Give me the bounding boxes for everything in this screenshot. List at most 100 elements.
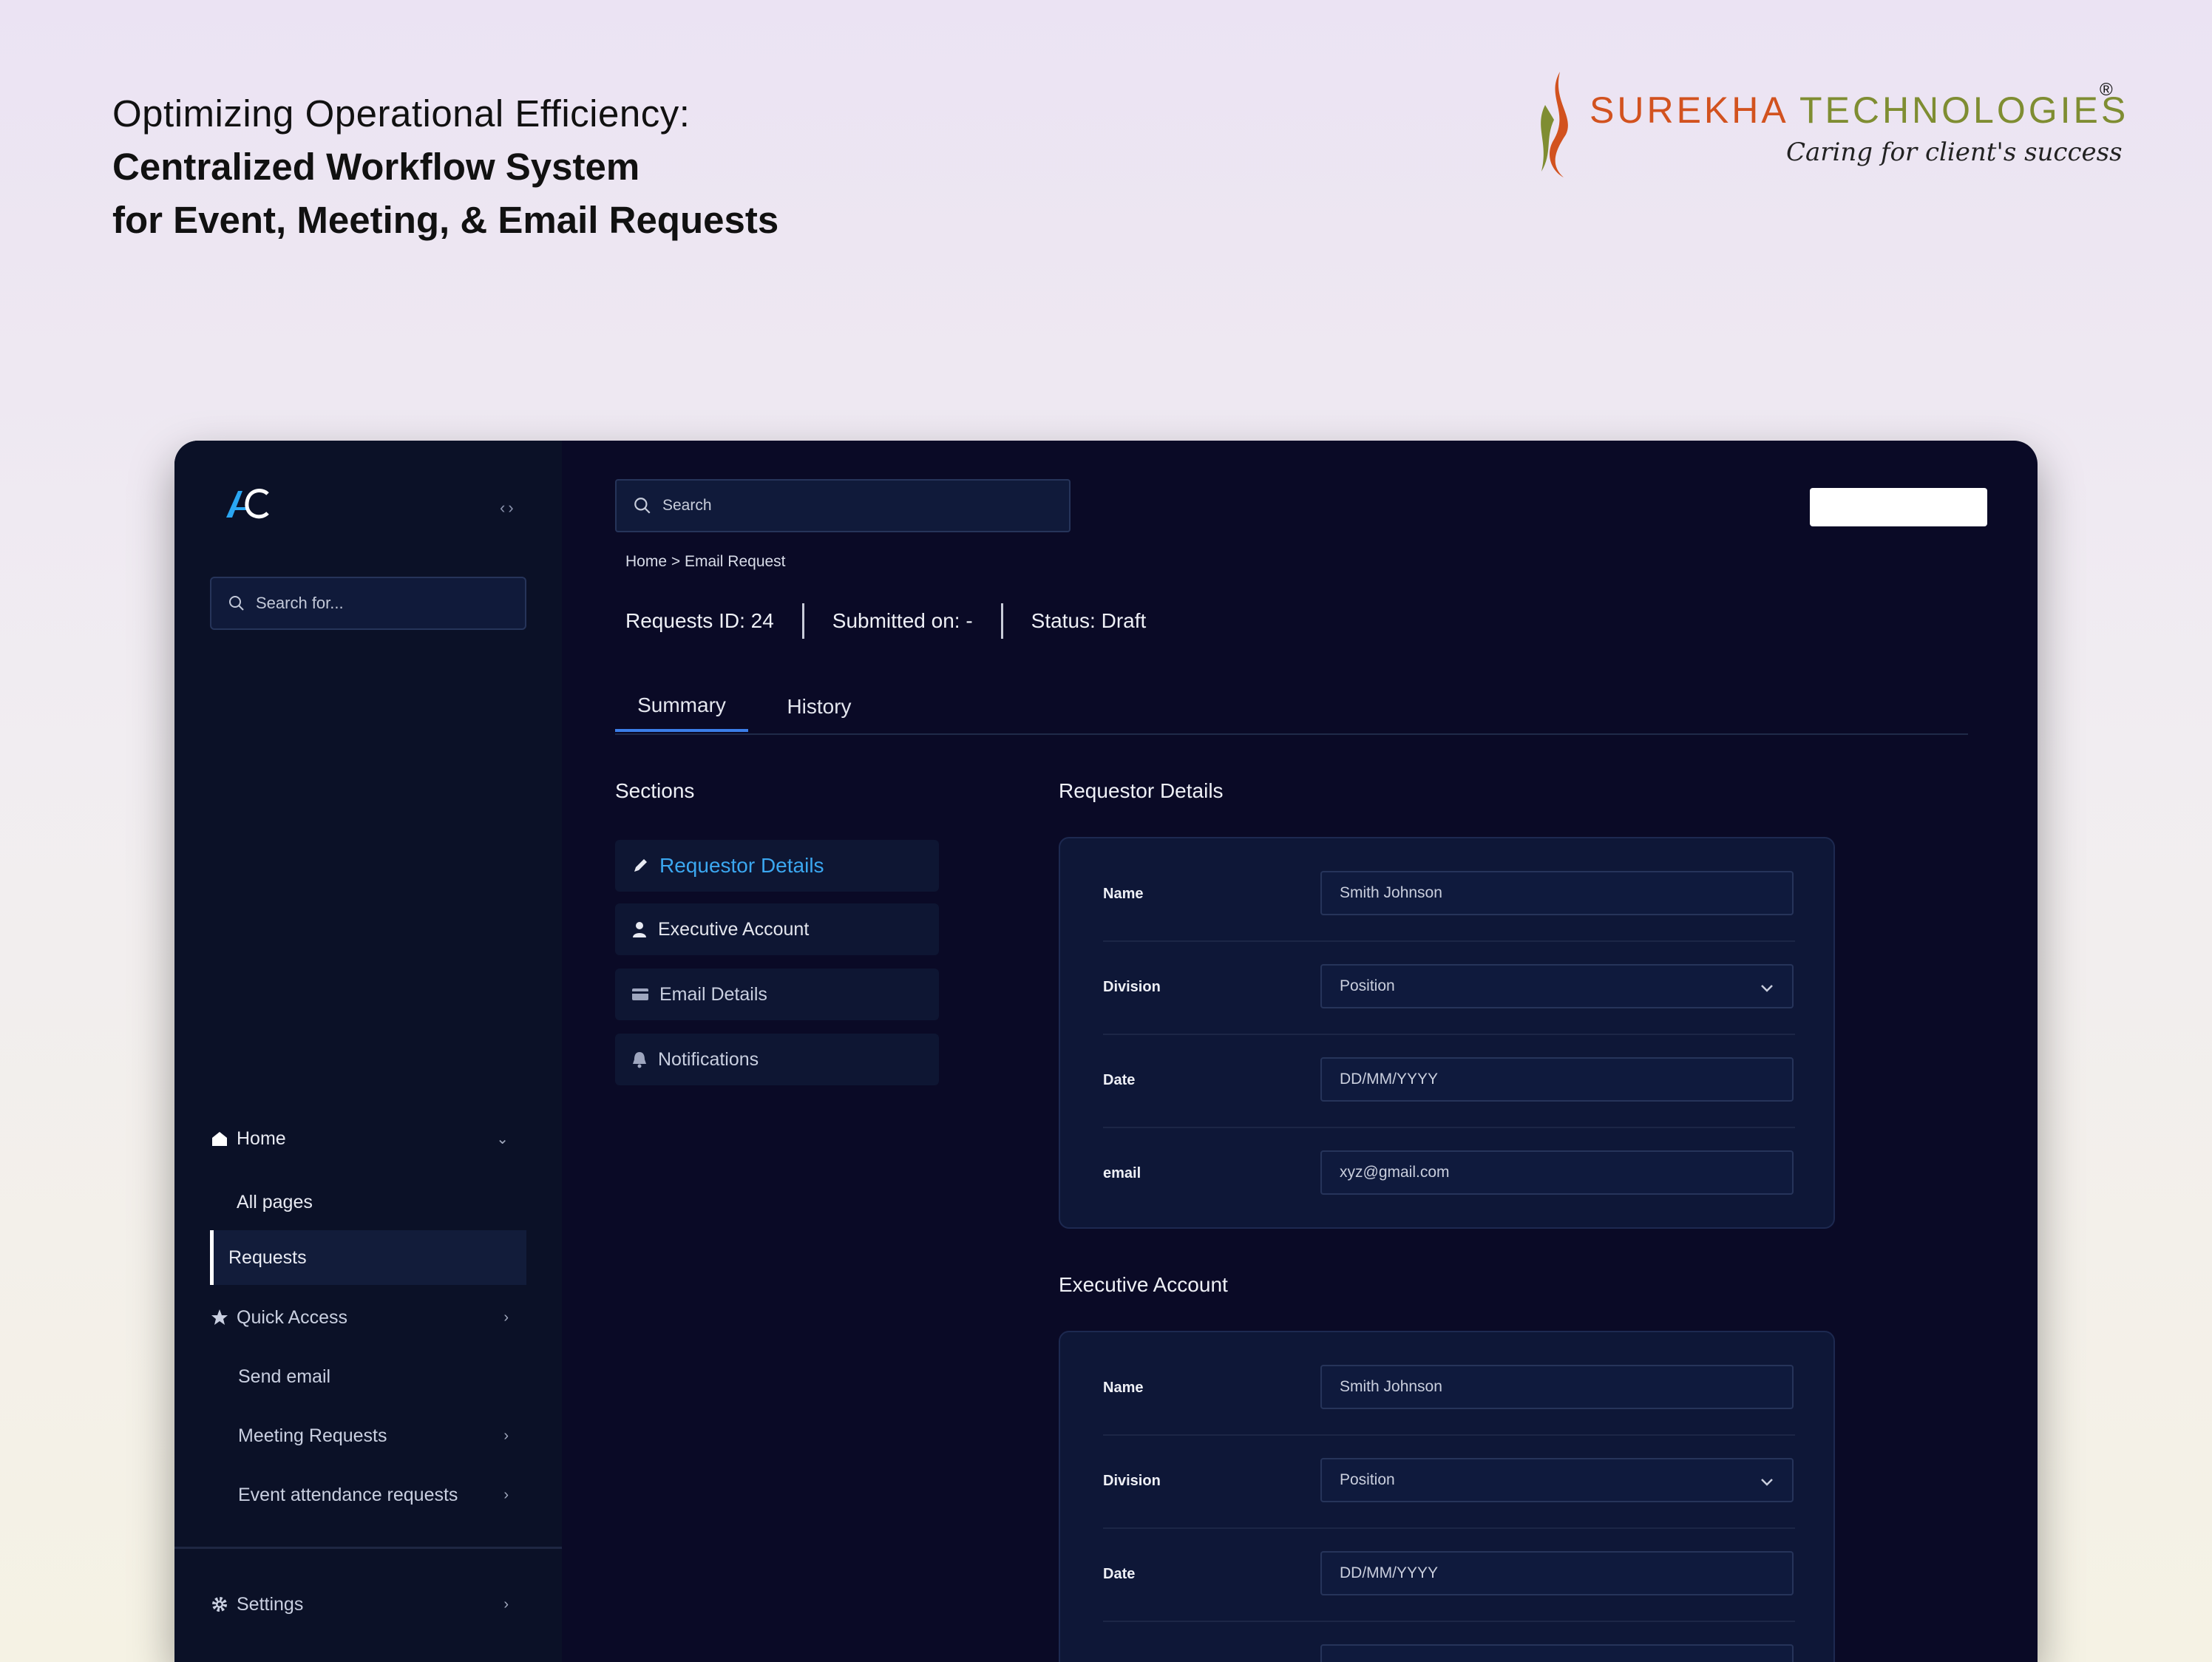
chevron-right-icon: › xyxy=(503,1427,509,1444)
brand-name-part2: TECHNOLOGIES xyxy=(1799,89,2129,131)
gear-icon xyxy=(210,1595,229,1614)
form-row-partial xyxy=(1103,1622,1795,1662)
surekha-logo: SUREKHA TECHNOLOGIES ® Caring for client… xyxy=(1530,68,2126,186)
form-row-division: Division Position xyxy=(1103,942,1795,1035)
sidebar-item-send-email[interactable]: Send email xyxy=(210,1354,526,1399)
tab-bar: Summary History xyxy=(615,682,1968,735)
user-icon xyxy=(633,922,646,937)
sidebar-divider xyxy=(174,1547,562,1549)
search-icon xyxy=(634,498,651,514)
sidebar-item-requests[interactable]: Requests xyxy=(210,1230,526,1285)
chevron-down-icon: ⌄ xyxy=(496,1130,509,1147)
section-label: Executive Account xyxy=(658,918,810,940)
search-input[interactable]: Search xyxy=(615,479,1071,532)
date-field[interactable]: DD/MM/YYYY xyxy=(1320,1551,1794,1595)
meta-divider xyxy=(1000,603,1003,639)
partial-field[interactable] xyxy=(1320,1644,1794,1662)
form-row-name: Name Smith Johnson xyxy=(1103,1343,1795,1436)
brand-name-part1: SUREKHA xyxy=(1590,89,1799,131)
brand-name: SUREKHA TECHNOLOGIES xyxy=(1590,89,2128,132)
sidebar-item-label: Quick Access xyxy=(237,1306,348,1328)
field-label: Name xyxy=(1103,886,1144,902)
sidebar-search-input[interactable]: Search for... xyxy=(210,577,526,630)
card-icon xyxy=(632,988,648,1000)
section-executive-account[interactable]: Executive Account xyxy=(615,903,939,955)
sidebar-item-label: Meeting Requests xyxy=(238,1425,387,1446)
form-row-date: Date DD/MM/YYYY xyxy=(1103,1035,1795,1128)
request-meta: Requests ID: 24 Submitted on: - Status: … xyxy=(625,603,1146,639)
form-row-division: Division Position xyxy=(1103,1436,1795,1529)
hero-line-3: for Event, Meeting, & Email Requests xyxy=(112,199,779,241)
sidebar-item-label: Settings xyxy=(237,1593,304,1615)
star-icon xyxy=(210,1308,229,1327)
email-field[interactable]: xyz@gmail.com xyxy=(1320,1150,1794,1195)
executive-account-title: Executive Account xyxy=(1059,1273,1228,1296)
search-placeholder: Search xyxy=(662,497,712,514)
sidebar-item-label: All pages xyxy=(237,1191,313,1212)
chevron-right-icon: › xyxy=(503,1595,509,1612)
section-label: Notifications xyxy=(658,1048,759,1070)
sidebar-item-label: Event attendance requests xyxy=(238,1484,458,1505)
tab-history[interactable]: History xyxy=(760,682,878,732)
division-select[interactable]: Position xyxy=(1320,964,1794,1008)
sidebar-item-event-attendance[interactable]: Event attendance requests › xyxy=(210,1473,526,1517)
field-label: Date xyxy=(1103,1072,1136,1088)
sidebar-item-home[interactable]: Home ⌄ xyxy=(210,1116,526,1161)
field-label: email xyxy=(1103,1165,1141,1181)
sidebar-item-settings[interactable]: Settings › xyxy=(210,1582,526,1627)
header-action-button[interactable] xyxy=(1810,488,1987,526)
field-label: Division xyxy=(1103,979,1161,995)
tab-summary[interactable]: Summary xyxy=(615,682,748,732)
requestor-details-panel: Name Smith Johnson Division Position Dat… xyxy=(1059,837,1835,1229)
chevron-down-icon xyxy=(1761,985,1773,992)
section-email-details[interactable]: Email Details xyxy=(615,969,939,1020)
section-notifications[interactable]: Notifications xyxy=(615,1034,939,1085)
hero-line-1: Optimizing Operational Efficiency: xyxy=(112,92,691,135)
chevron-down-icon xyxy=(1761,1479,1773,1486)
division-value: Position xyxy=(1340,977,1395,994)
sidebar: ‹› Search for... Home ⌄ All pages Reques… xyxy=(174,441,562,1662)
chevron-right-icon: › xyxy=(503,1486,509,1503)
app-window: ‹› Search for... Home ⌄ All pages Reques… xyxy=(174,441,2038,1662)
field-label: Division xyxy=(1103,1473,1161,1489)
breadcrumb[interactable]: Home > Email Request xyxy=(625,553,786,571)
pencil-icon xyxy=(634,859,647,872)
registered-mark: ® xyxy=(2100,80,2113,100)
ac-logo-icon[interactable] xyxy=(223,486,271,520)
chevron-right-icon: › xyxy=(503,1309,509,1326)
hero-heading: Optimizing Operational Efficiency: Centr… xyxy=(112,87,778,247)
sidebar-item-all-pages[interactable]: All pages xyxy=(210,1180,526,1224)
submitted-on: Submitted on: - xyxy=(832,609,973,632)
search-icon xyxy=(229,596,244,611)
sidebar-search-placeholder: Search for... xyxy=(256,594,344,612)
sidebar-item-label: Home xyxy=(237,1127,286,1149)
form-row-name: Name Smith Johnson xyxy=(1103,849,1795,942)
home-icon xyxy=(210,1129,229,1148)
form-row-date: Date DD/MM/YYYY xyxy=(1103,1529,1795,1622)
field-label: Name xyxy=(1103,1380,1144,1396)
sidebar-item-label: Send email xyxy=(238,1366,331,1387)
code-brackets-icon[interactable]: ‹› xyxy=(500,498,517,518)
sections-heading: Sections xyxy=(615,779,695,802)
hero-line-2: Centralized Workflow System xyxy=(112,146,640,188)
request-status: Status: Draft xyxy=(1031,609,1147,632)
sidebar-item-quick-access[interactable]: Quick Access › xyxy=(210,1295,526,1340)
bell-icon xyxy=(633,1052,646,1068)
name-field[interactable]: Smith Johnson xyxy=(1320,1365,1794,1409)
section-requestor-details[interactable]: Requestor Details xyxy=(615,840,939,892)
name-field[interactable]: Smith Johnson xyxy=(1320,871,1794,915)
section-label: Email Details xyxy=(659,983,767,1005)
meta-divider xyxy=(801,603,804,639)
division-value: Position xyxy=(1340,1471,1395,1488)
form-row-email: email xyz@gmail.com xyxy=(1103,1128,1795,1221)
date-field[interactable]: DD/MM/YYYY xyxy=(1320,1057,1794,1102)
main-content: Search Home > Email Request Requests ID:… xyxy=(562,441,2038,1662)
section-label: Requestor Details xyxy=(659,854,824,877)
executive-account-panel: Name Smith Johnson Division Position Dat… xyxy=(1059,1331,1835,1662)
division-select[interactable]: Position xyxy=(1320,1458,1794,1502)
requestor-details-title: Requestor Details xyxy=(1059,779,1224,802)
flame-logo-icon xyxy=(1541,72,1568,177)
field-label: Date xyxy=(1103,1566,1136,1582)
brand-tagline: Caring for client's success xyxy=(1786,138,2123,167)
sidebar-item-meeting-requests[interactable]: Meeting Requests › xyxy=(210,1414,526,1458)
